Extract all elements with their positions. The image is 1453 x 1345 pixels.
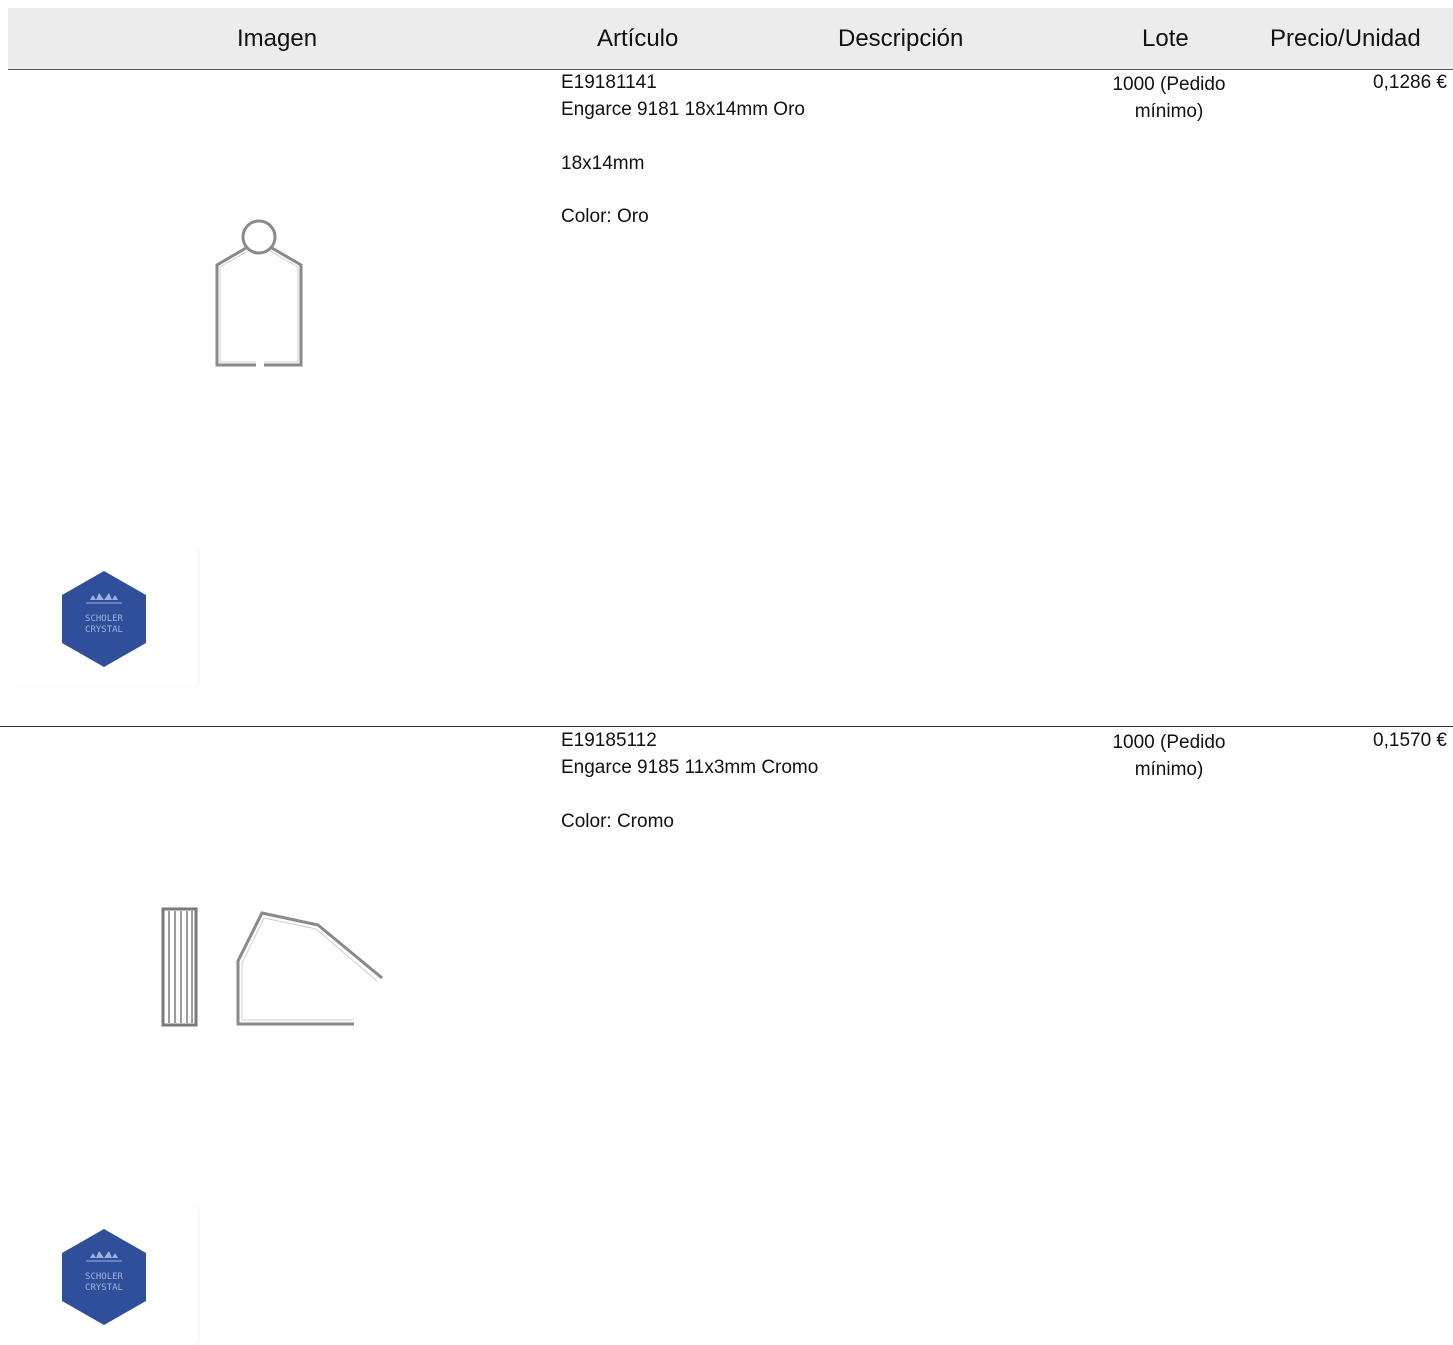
table-row: E19181141 Engarce 9181 18x14mm Oro 18x14… xyxy=(0,69,1453,726)
article-color: Color: Cromo xyxy=(561,811,674,832)
scholer-crystal-logo: SCHOLER CRYSTAL xyxy=(62,1229,146,1325)
scholer-crystal-logo: SCHOLER CRYSTAL xyxy=(62,571,146,667)
table-header: Imagen Artículo Descripción Lote Precio/… xyxy=(8,8,1453,70)
lot-value: 1000 (Pedido mínimo) xyxy=(1112,74,1226,122)
logo-text-line1: SCHOLER xyxy=(85,614,124,624)
logo-text-line1: SCHOLER xyxy=(85,1272,124,1282)
unit-price: 0,1286 € xyxy=(1373,72,1447,93)
header-image: Imagen xyxy=(237,25,318,52)
lot-value: 1000 (Pedido mínimo) xyxy=(1112,732,1226,780)
article-color: Color: Oro xyxy=(561,206,649,227)
header-article: Artículo xyxy=(597,25,679,52)
article-name: Engarce 9181 18x14mm Oro xyxy=(561,99,805,120)
logo-text-line2: CRYSTAL xyxy=(85,625,123,635)
article-name: Engarce 9185 11x3mm Cromo xyxy=(561,757,819,778)
header-lot: Lote xyxy=(1142,25,1189,52)
article-code: E19185112 xyxy=(561,730,657,751)
brand-logo: SCHOLER CRYSTAL xyxy=(8,1205,198,1345)
header-price-unit: Precio/Unidad xyxy=(1270,25,1421,52)
unit-price: 0,1570 € xyxy=(1373,730,1447,751)
brand-logo: SCHOLER CRYSTAL xyxy=(8,547,198,687)
article-code: E19181141 xyxy=(561,72,657,93)
logo-text-line2: CRYSTAL xyxy=(85,1283,123,1293)
header-description: Descripción xyxy=(838,25,964,52)
wire-setting-icon xyxy=(215,219,303,367)
wire-clip-icon xyxy=(161,907,383,1027)
article-size: 18x14mm xyxy=(561,153,645,174)
table-row: E19185112 Engarce 9185 11x3mm Cromo Colo… xyxy=(0,726,1453,1345)
